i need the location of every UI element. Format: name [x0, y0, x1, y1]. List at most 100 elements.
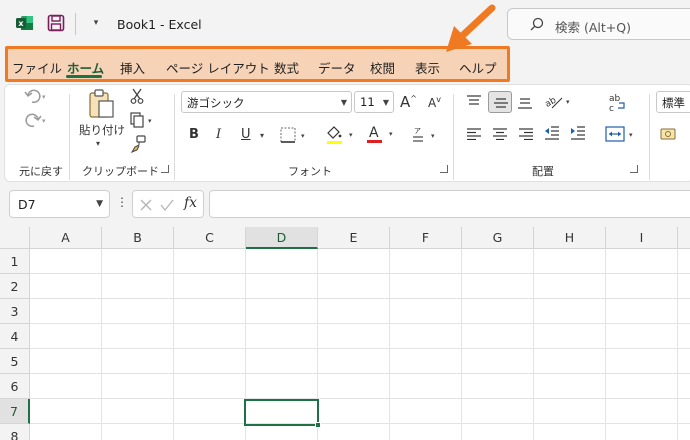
accounting-format-icon[interactable] — [660, 126, 690, 142]
row-header-active[interactable]: 7 — [0, 399, 30, 424]
fill-color-icon[interactable]: ▾ — [325, 125, 357, 145]
search-placeholder: 検索 (Alt+Q) — [555, 20, 631, 35]
chevron-down-icon: ▼ — [382, 98, 389, 107]
align-middle-button[interactable] — [488, 91, 512, 113]
column-header-active[interactable]: D — [246, 227, 318, 249]
tab-help[interactable]: ヘルプ — [459, 58, 497, 77]
font-name-select[interactable]: 游ゴシック ▼ — [181, 91, 352, 113]
ribbon-separator — [453, 94, 454, 180]
merge-center-icon[interactable]: ▾ — [605, 125, 637, 143]
align-center-icon[interactable] — [492, 128, 508, 140]
undo-icon[interactable]: ▾ — [24, 89, 48, 105]
excel-logo-icon: x — [16, 16, 33, 30]
decrease-indent-icon[interactable] — [544, 126, 560, 140]
cut-icon[interactable] — [130, 88, 144, 104]
column-header[interactable]: G — [462, 227, 534, 249]
cancel-icon[interactable] — [139, 198, 153, 212]
orientation-icon[interactable]: ab ▾ — [544, 92, 574, 110]
paste-icon[interactable] — [87, 88, 117, 120]
align-left-icon[interactable] — [466, 128, 482, 140]
chevron-down-icon: ▼ — [96, 199, 103, 209]
align-top-icon[interactable] — [466, 95, 482, 107]
name-box[interactable]: D7 ▼ — [9, 190, 110, 218]
gridline — [533, 249, 534, 440]
gridline — [461, 249, 462, 440]
title-separator — [75, 13, 76, 35]
row-header[interactable]: 1 — [0, 249, 30, 274]
redo-icon[interactable]: ▾ — [24, 113, 48, 129]
row-header[interactable]: 5 — [0, 349, 30, 374]
column-header[interactable]: E — [318, 227, 390, 249]
italic-button[interactable]: I — [216, 127, 221, 142]
grow-font-letter: A — [400, 93, 411, 111]
gridline — [101, 249, 102, 440]
row-header[interactable]: 2 — [0, 274, 30, 299]
tab-data[interactable]: データ — [318, 58, 356, 77]
insert-function-icon[interactable]: fx — [184, 195, 197, 211]
paste-label[interactable]: 貼り付け — [79, 122, 125, 138]
column-header[interactable]: C — [174, 227, 246, 249]
column-header[interactable]: B — [102, 227, 174, 249]
increase-indent-icon[interactable] — [570, 126, 586, 140]
gridline — [30, 323, 690, 324]
more-options-icon[interactable]: ⋮ — [116, 195, 128, 209]
copy-icon[interactable]: ▾ — [130, 112, 156, 128]
tab-view[interactable]: 表示 — [415, 58, 440, 77]
svg-text:▾: ▾ — [389, 130, 393, 138]
ribbon-separator — [649, 94, 650, 180]
tab-review[interactable]: 校閲 — [370, 58, 395, 77]
formula-input[interactable] — [209, 190, 690, 218]
column-header[interactable]: I — [606, 227, 678, 249]
alignment-launcher-icon[interactable] — [630, 165, 638, 173]
bold-button[interactable]: B — [189, 127, 199, 142]
wrap-text-icon[interactable]: ab c — [607, 92, 627, 114]
number-format-select[interactable]: 標準 — [656, 91, 690, 113]
window-title: Book1 - Excel — [117, 17, 202, 32]
phonetic-guide-icon[interactable]: ア ▾ — [411, 124, 441, 145]
worksheet-grid[interactable]: A B C D E F G H I 1 2 3 4 5 6 7 8 — [0, 227, 690, 440]
gridline — [30, 423, 690, 424]
wrap-text-sub: c — [609, 104, 614, 114]
phonetic-letter: ア — [414, 127, 421, 135]
row-header[interactable]: 4 — [0, 324, 30, 349]
name-box-value: D7 — [18, 197, 36, 212]
enter-icon[interactable] — [159, 198, 175, 212]
format-painter-icon[interactable] — [130, 135, 146, 153]
paste-chevron-down-icon[interactable]: ▾ — [96, 139, 100, 148]
column-header[interactable]: H — [534, 227, 606, 249]
tab-formulas[interactable]: 数式 — [274, 58, 299, 77]
font-launcher-icon[interactable] — [440, 165, 448, 173]
svg-text:▾: ▾ — [148, 117, 152, 125]
search-box[interactable]: 検索 (Alt+Q) — [507, 8, 690, 40]
number-format-value: 標準 — [662, 96, 685, 110]
align-right-icon[interactable] — [518, 128, 534, 140]
wrap-text-label: ab — [609, 94, 621, 104]
gridline — [30, 348, 690, 349]
row-header[interactable]: 8 — [0, 424, 30, 440]
shrink-font-icon[interactable]: Av — [428, 95, 441, 110]
underline-button[interactable]: U — [241, 127, 251, 142]
column-header[interactable]: A — [30, 227, 102, 249]
tab-insert[interactable]: 挿入 — [120, 58, 145, 77]
grow-font-icon[interactable]: A^ — [400, 93, 417, 111]
column-header[interactable]: F — [390, 227, 462, 249]
save-icon[interactable] — [47, 14, 65, 32]
row-header[interactable]: 6 — [0, 374, 30, 399]
tab-file[interactable]: ファイル — [12, 58, 62, 77]
font-size-value: 11 — [360, 95, 375, 109]
chevron-down-icon: ▼ — [340, 98, 347, 107]
align-bottom-icon[interactable] — [517, 97, 533, 109]
clipboard-launcher-icon[interactable] — [161, 165, 169, 173]
select-all-corner[interactable] — [0, 227, 30, 249]
font-size-select[interactable]: 11 ▼ — [354, 91, 394, 113]
font-name-value: 游ゴシック — [187, 96, 245, 110]
tab-page-layout[interactable]: ページ レイアウト — [166, 58, 270, 77]
selected-cell[interactable] — [244, 399, 319, 426]
font-color-icon[interactable]: A ▾ — [365, 124, 397, 145]
row-header[interactable]: 3 — [0, 299, 30, 324]
borders-icon[interactable]: ▾ — [280, 127, 310, 143]
svg-text:ab: ab — [544, 95, 558, 109]
fill-handle[interactable] — [315, 422, 321, 428]
underline-chevron-down-icon[interactable]: ▾ — [260, 131, 264, 140]
customize-qat-icon[interactable]: ▾ — [90, 17, 102, 29]
